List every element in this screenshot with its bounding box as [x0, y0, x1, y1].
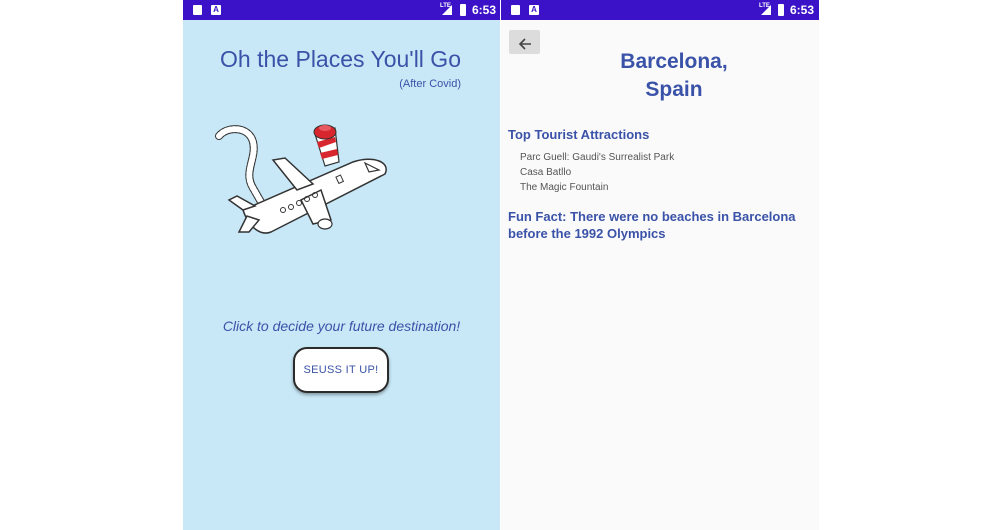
- destination-title: Barcelona, Spain: [529, 48, 819, 104]
- notification-a-icon: A: [211, 5, 221, 15]
- status-bar: A LTE 6:53: [501, 0, 819, 20]
- signal-icon: [442, 5, 452, 15]
- destination-prompt: Click to decide your future destination!: [222, 318, 461, 334]
- attractions-list: Parc Guell: Gaudi's Surrealist Park Casa…: [520, 150, 674, 195]
- list-item: Casa Batllo: [520, 167, 572, 178]
- seuss-it-up-button[interactable]: SEUSS IT UP!: [293, 347, 389, 393]
- sd-card-icon: [193, 5, 202, 15]
- list-item: The Magic Fountain: [520, 182, 609, 193]
- fun-fact: Fun Fact: There were no beaches in Barce…: [508, 209, 796, 241]
- country-name: Spain: [645, 78, 703, 101]
- clock: 6:53: [472, 3, 497, 17]
- status-bar: A LTE 6:53: [183, 0, 500, 20]
- list-item: Parc Guell: Gaudi's Surrealist Park: [520, 152, 675, 163]
- signal-icon: [761, 5, 771, 15]
- striped-tail-icon: [215, 125, 265, 206]
- plane-illustration: [215, 124, 387, 234]
- clock: 6:53: [790, 3, 815, 17]
- app-subtitle: (After Covid): [399, 78, 461, 90]
- city-name: Barcelona,: [620, 50, 728, 73]
- striped-hat-icon: [313, 124, 340, 167]
- battery-icon: [778, 4, 784, 16]
- attractions-heading: Top Tourist Attractions: [508, 127, 650, 142]
- home-screen: A LTE 6:53 Oh the Places You'll Go (Afte…: [183, 0, 500, 530]
- destination-screen: A LTE 6:53 Barcelona, Spain Top Tourist …: [501, 0, 819, 530]
- notification-a-icon: A: [529, 5, 539, 15]
- app-title: Oh the Places You'll Go: [220, 46, 461, 72]
- sd-card-icon: [511, 5, 520, 15]
- battery-icon: [460, 4, 466, 16]
